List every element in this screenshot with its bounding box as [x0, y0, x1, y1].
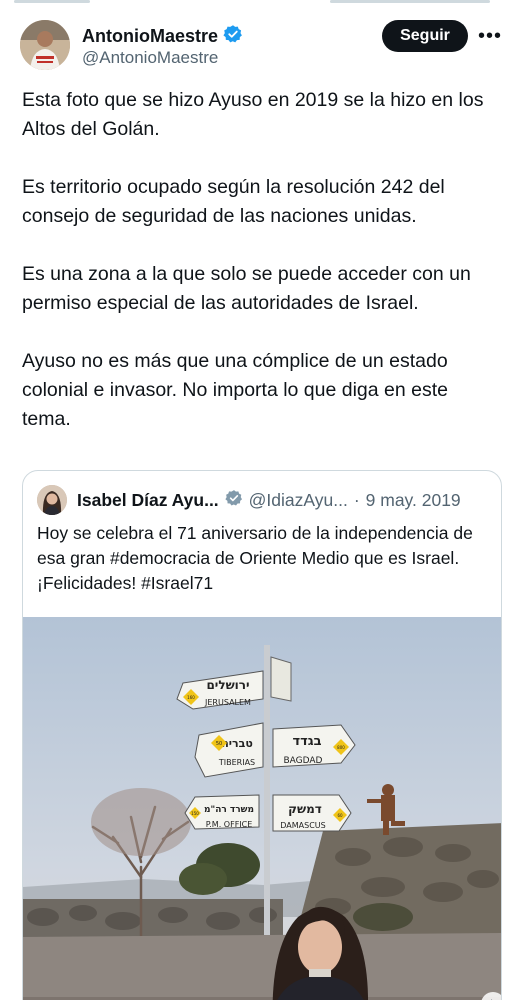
- sign-damascus-km: 60: [337, 813, 343, 818]
- author-avatar[interactable]: [20, 20, 70, 70]
- quoted-author-handle: @IdiazAyu...: [248, 489, 348, 510]
- sign-damascus-english: DAMASCUS: [280, 821, 325, 830]
- quoted-tweet-text: Hoy se celebra el 71 aniversario de la i…: [37, 523, 473, 593]
- follow-button[interactable]: Seguir: [382, 20, 468, 52]
- top-divider-segment: [330, 0, 490, 3]
- sign-jerusalem-hebrew: ירושלים: [206, 678, 249, 692]
- sign-tiberias-english: TIBERIAS: [218, 758, 255, 767]
- tweet-header: AntonioMaestre @AntonioMaestre Seguir ••…: [20, 20, 502, 72]
- sign-bagdad-hebrew: בגדד: [292, 734, 321, 749]
- quoted-author-name: Isabel Díaz Ayu...: [77, 489, 219, 510]
- top-divider-segment: [14, 0, 90, 3]
- sign-jerusalem-english: JERUSALEM: [204, 698, 251, 707]
- quoted-photo[interactable]: ירושלים JERUSALEM 160 טבריה TIBERIAS 50 …: [23, 617, 501, 1000]
- tweet-paragraph: Es una zona a la que solo se puede acced…: [22, 263, 471, 314]
- author-handle[interactable]: @AntonioMaestre: [82, 48, 218, 68]
- sign-bagdad-km: 800: [337, 745, 345, 750]
- sign-pm-office-km: 150: [191, 811, 199, 816]
- quoted-tweet-header: Isabel Díaz Ayu... @IdiazAyu... · 9 may.…: [37, 485, 497, 515]
- sign-jerusalem-km: 160: [187, 695, 195, 700]
- sign-pm-office-hebrew: משרד רה"מ: [204, 805, 254, 815]
- tweet-text: Esta foto que se hizo Ayuso en 2019 se l…: [22, 86, 502, 463]
- sign-damascus-hebrew: דמשק: [288, 802, 322, 816]
- tweet-paragraph: Ayuso no es más que una cómplice de un e…: [22, 350, 449, 430]
- sign-tiberias-km: 50: [216, 741, 222, 747]
- sign-bagdad-english: BAGDAD: [283, 756, 322, 766]
- quoted-author-avatar: [37, 485, 67, 515]
- tweet-paragraph: Esta foto que se hizo Ayuso en 2019 se l…: [22, 89, 484, 140]
- author-name[interactable]: AntonioMaestre: [82, 26, 218, 47]
- separator-dot: ·: [353, 489, 360, 510]
- author-name-row: AntonioMaestre: [82, 24, 243, 49]
- tweet-paragraph: Es territorio ocupado según la resolució…: [22, 176, 445, 227]
- top-divider: [0, 0, 522, 4]
- quoted-tweet[interactable]: Isabel Díaz Ayu... @IdiazAyu... · 9 may.…: [22, 470, 502, 1000]
- quoted-verified-badge-icon: [225, 489, 243, 512]
- more-options-icon[interactable]: •••: [478, 22, 502, 50]
- sign-pm-office-english: P.M. OFFICE: [206, 820, 253, 829]
- verified-badge-icon: [223, 24, 243, 49]
- quoted-date: 9 may. 2019: [365, 489, 461, 510]
